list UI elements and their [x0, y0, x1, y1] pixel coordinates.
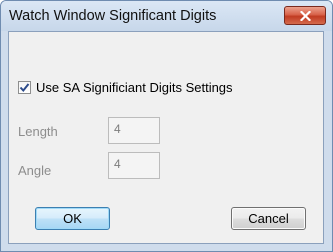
- ok-button[interactable]: OK: [35, 207, 110, 230]
- window-title: Watch Window Significant Digits: [9, 8, 217, 24]
- dialog-body: Use SA Significiant Digits Settings Leng…: [8, 31, 324, 244]
- use-sa-settings-checkbox[interactable]: [18, 81, 31, 94]
- length-field[interactable]: 4: [108, 117, 160, 144]
- title-bar[interactable]: Watch Window Significant Digits: [1, 1, 332, 31]
- dialog-window: Watch Window Significant Digits Use SA S…: [0, 0, 333, 252]
- use-sa-settings-label: Use SA Significiant Digits Settings: [36, 80, 233, 95]
- angle-label: Angle: [18, 163, 52, 178]
- angle-field[interactable]: 4: [108, 152, 160, 179]
- close-button[interactable]: [284, 6, 326, 25]
- use-sa-settings-option[interactable]: Use SA Significiant Digits Settings: [18, 80, 233, 95]
- cancel-button[interactable]: Cancel: [231, 207, 306, 230]
- close-icon: [299, 10, 311, 21]
- checkmark-icon: [19, 83, 30, 93]
- length-label: Length: [18, 124, 58, 139]
